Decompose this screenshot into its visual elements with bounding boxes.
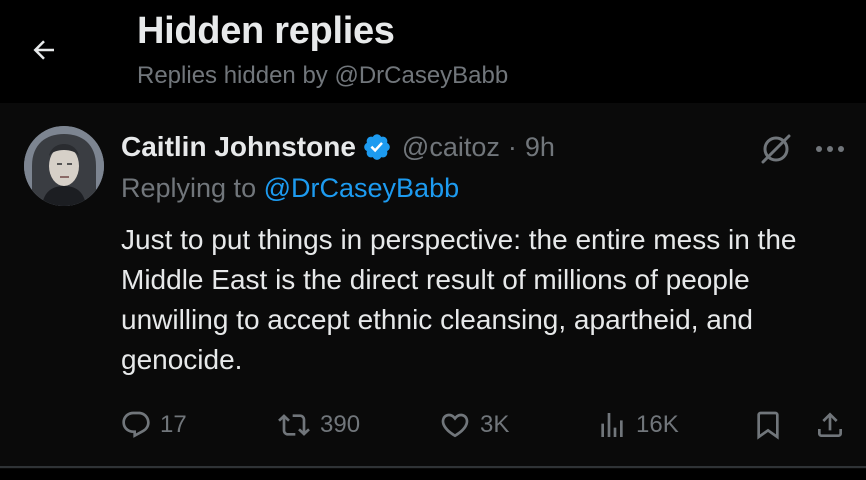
tweet-header: Caitlin Johnstone @caitoz · 9h [121,127,555,167]
share-button[interactable] [814,403,846,447]
bookmark-icon [757,411,779,440]
heart-icon [441,413,469,438]
reply-icon [122,411,150,438]
repost-count: 390 [320,411,361,438]
share-icon [818,412,842,437]
views-button[interactable]: 16K [596,403,679,447]
repost-button[interactable]: 390 [276,403,360,447]
like-button[interactable]: 3K [438,403,509,447]
separator-dot: · [507,131,517,162]
tweet-text: Just to put things in perspective: the e… [121,224,797,375]
page-header: Hidden replies Replies hidden by @DrCase… [0,0,866,103]
page-subtitle: Replies hidden by @DrCaseyBabb [137,62,509,89]
verified-badge-icon[interactable] [362,132,392,162]
bookmark-button[interactable] [752,403,784,447]
hide-reply-icon[interactable] [758,131,794,167]
author-name[interactable]: Caitlin Johnstone [121,131,356,163]
repost-icon [278,414,310,436]
views-icon [601,413,623,437]
reply-count: 17 [160,411,187,438]
author-handle[interactable]: @caitoz [402,132,500,163]
tweet[interactable]: Caitlin Johnstone @caitoz · 9h Replying … [0,103,866,469]
replying-to-handle[interactable]: @DrCaseyBabb [264,173,460,203]
back-button[interactable] [22,28,66,72]
reply-button[interactable]: 17 [120,403,187,447]
replying-to-label: Replying to [121,173,257,203]
like-count: 3K [480,411,510,438]
more-icon[interactable] [812,131,848,167]
timestamp[interactable]: 9h [525,132,555,163]
replying-to: Replying to @DrCaseyBabb [121,173,459,204]
avatar[interactable] [24,126,104,206]
tweet-actions: 17 390 3K 16K [0,403,866,447]
arrow-left-icon [33,40,54,60]
divider [0,466,866,468]
views-count: 16K [636,411,679,438]
page-title: Hidden replies [137,10,395,52]
avatar-image [24,126,104,206]
